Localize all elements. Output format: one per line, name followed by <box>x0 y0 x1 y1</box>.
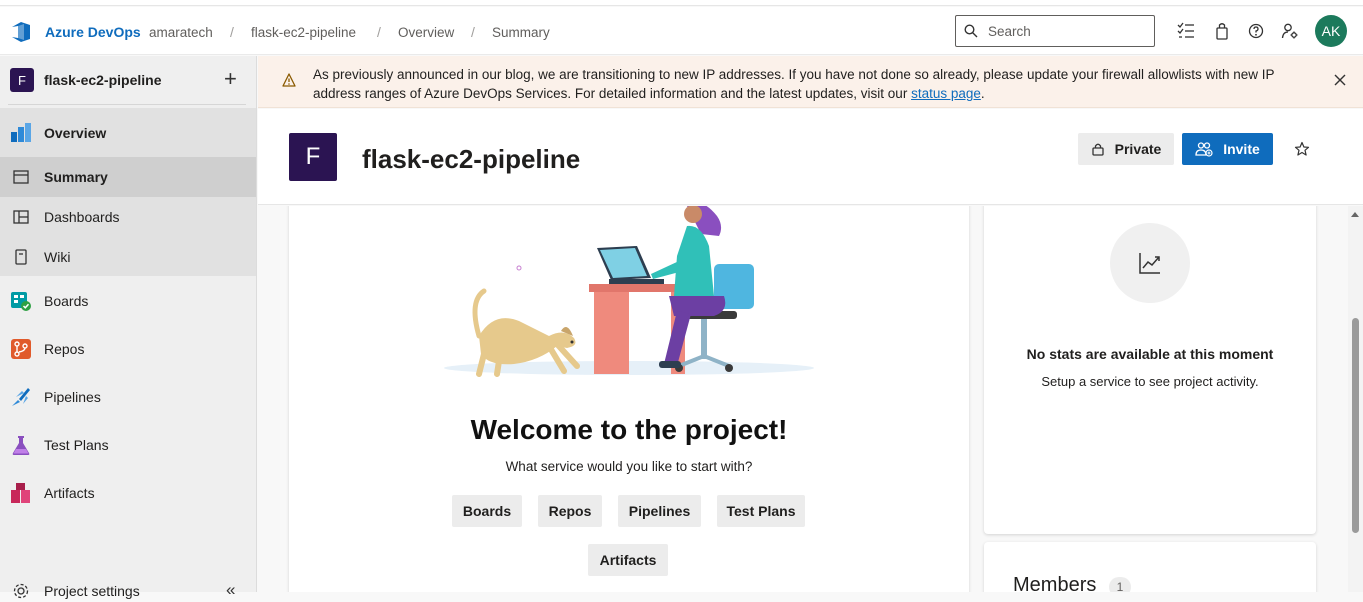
project-settings[interactable]: Project settings « <box>0 578 256 602</box>
sidebar-item-overview[interactable]: Overview <box>0 113 256 153</box>
add-people-icon <box>1195 142 1213 157</box>
sidebar-item-label: Boards <box>44 293 89 309</box>
search-icon <box>964 24 978 38</box>
breadcrumb-separator: / <box>230 24 234 40</box>
service-test-plans-button[interactable]: Test Plans <box>717 495 805 527</box>
task-list-icon[interactable] <box>1177 22 1195 40</box>
test-plans-icon <box>12 436 30 455</box>
sidebar-project-header[interactable]: F flask-ec2-pipeline + <box>0 56 256 106</box>
stats-icon-circle <box>1110 223 1190 303</box>
service-boards-button[interactable]: Boards <box>452 495 522 527</box>
members-card: Members 1 <box>984 542 1316 592</box>
stats-card: No stats are available at this moment Se… <box>984 206 1316 534</box>
search-box[interactable] <box>955 15 1155 47</box>
scrollbar-thumb[interactable] <box>1352 318 1359 533</box>
sidebar-item-label: Wiki <box>44 249 71 265</box>
settings-label: Project settings <box>44 583 140 599</box>
user-avatar[interactable]: AK <box>1315 15 1347 47</box>
sidebar-item-repos[interactable]: Repos <box>0 329 256 369</box>
welcome-question: What service would you like to start wit… <box>505 459 753 474</box>
breadcrumb-project[interactable]: flask-ec2-pipeline <box>251 25 356 40</box>
breadcrumb-separator: / <box>471 24 475 40</box>
sidebar: F flask-ec2-pipeline + Overview Summary … <box>0 56 257 599</box>
favorite-star-icon[interactable] <box>1294 141 1310 157</box>
sidebar-item-label: Repos <box>44 341 85 357</box>
wiki-icon <box>15 249 27 265</box>
project-avatar: F <box>289 133 337 181</box>
sidebar-item-dashboards[interactable]: Dashboards <box>0 197 256 237</box>
project-header: F flask-ec2-pipeline Private Invite <box>258 109 1363 205</box>
azure-devops-logo-icon[interactable] <box>10 21 32 43</box>
members-count-badge: 1 <box>1109 577 1131 592</box>
sidebar-item-pipelines[interactable]: Pipelines <box>0 377 256 417</box>
artifacts-icon <box>11 483 30 503</box>
summary-icon <box>13 170 29 184</box>
top-bar: Azure DevOps amaratech / flask-ec2-pipel… <box>0 7 1363 55</box>
breadcrumb-summary[interactable]: Summary <box>492 25 550 40</box>
scroll-up-arrow-icon[interactable] <box>1351 212 1359 217</box>
warning-icon <box>282 73 296 87</box>
boards-icon <box>11 292 31 311</box>
no-stats-subtext: Setup a service to see project activity. <box>1041 374 1259 389</box>
invite-label: Invite <box>1223 141 1260 157</box>
page-title: flask-ec2-pipeline <box>362 144 581 174</box>
lock-icon <box>1091 143 1104 156</box>
service-pipelines-button[interactable]: Pipelines <box>618 495 701 527</box>
brand-name[interactable]: Azure DevOps <box>45 24 141 40</box>
page-scrollbar[interactable] <box>1348 206 1363 592</box>
user-settings-icon[interactable] <box>1281 22 1299 40</box>
main-content: Welcome to the project! What service wou… <box>258 206 1348 592</box>
banner-trailing: . <box>980 86 985 101</box>
banner-message: As previously announced in our blog, we … <box>313 67 1275 101</box>
project-name[interactable]: flask-ec2-pipeline <box>44 72 162 88</box>
breadcrumb-organization[interactable]: amaratech <box>149 25 213 40</box>
sidebar-item-summary[interactable]: Summary <box>0 157 256 197</box>
collapse-sidebar-button[interactable]: « <box>226 580 235 600</box>
announcement-banner: As previously announced in our blog, we … <box>258 56 1363 108</box>
welcome-illustration <box>444 206 814 377</box>
dashboards-icon <box>13 210 29 224</box>
project-badge: F <box>10 68 34 92</box>
welcome-card: Welcome to the project! What service wou… <box>289 206 969 592</box>
service-artifacts-button[interactable]: Artifacts <box>588 544 668 576</box>
welcome-heading: Welcome to the project! <box>470 414 788 445</box>
help-icon[interactable] <box>1247 22 1265 40</box>
sidebar-item-label: Artifacts <box>44 485 95 501</box>
overview-icon <box>11 123 31 142</box>
sidebar-item-label: Summary <box>44 169 108 185</box>
sidebar-item-label: Overview <box>44 125 107 141</box>
private-label: Private <box>1114 141 1162 157</box>
add-new-button[interactable]: + <box>224 66 237 92</box>
breadcrumb-overview[interactable]: Overview <box>398 25 454 40</box>
sidebar-item-boards[interactable]: Boards <box>0 281 256 321</box>
status-page-link[interactable]: status page <box>911 86 981 101</box>
service-repos-button[interactable]: Repos <box>538 495 602 527</box>
sidebar-item-wiki[interactable]: Wiki <box>0 237 256 277</box>
search-input[interactable] <box>988 22 1148 40</box>
trend-chart-icon <box>1139 253 1160 274</box>
shopping-bag-icon[interactable] <box>1213 22 1231 40</box>
invite-button[interactable]: Invite <box>1182 133 1273 165</box>
sidebar-item-artifacts[interactable]: Artifacts <box>0 473 256 513</box>
breadcrumb-separator: / <box>377 24 381 40</box>
sidebar-item-label: Pipelines <box>44 389 101 405</box>
sidebar-item-label: Dashboards <box>44 209 120 225</box>
pipelines-icon <box>12 388 30 406</box>
sidebar-item-label: Test Plans <box>44 437 109 453</box>
no-stats-heading: No stats are available at this moment <box>1026 346 1274 362</box>
sidebar-divider <box>8 104 246 105</box>
top-strip <box>0 0 1363 6</box>
banner-text: As previously announced in our blog, we … <box>313 65 1323 103</box>
members-title: Members <box>1013 574 1097 592</box>
gear-icon <box>13 583 29 599</box>
private-button[interactable]: Private <box>1078 133 1174 165</box>
sidebar-item-test-plans[interactable]: Test Plans <box>0 425 256 465</box>
close-icon[interactable] <box>1333 73 1347 87</box>
repos-icon <box>11 339 31 359</box>
